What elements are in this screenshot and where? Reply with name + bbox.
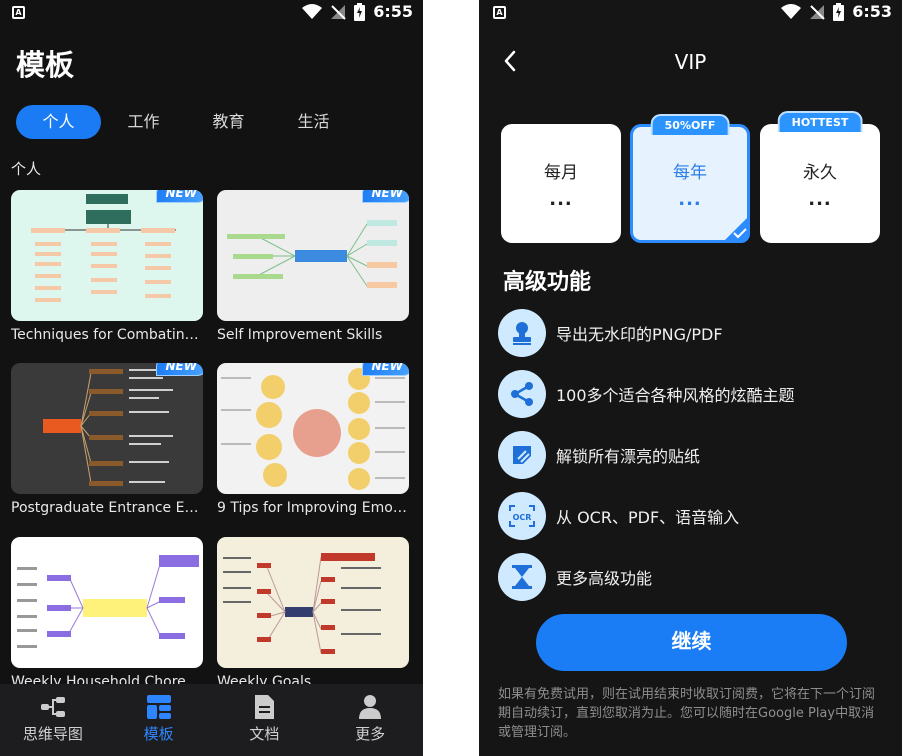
share-icon: [498, 370, 546, 418]
feature-item: OCR 从 OCR、PDF、语音输入: [498, 492, 739, 540]
nav-documents[interactable]: 文档: [212, 684, 318, 756]
feature-text: 解锁所有漂亮的贴纸: [556, 447, 701, 466]
template-title: Self Improvement Skills: [217, 327, 383, 343]
feature-item: 解锁所有漂亮的贴纸: [498, 431, 700, 479]
category-tabs: 个人 工作 教育 生活: [16, 105, 356, 139]
plan-price: ...: [678, 189, 702, 210]
nav-label: 思维导图: [22, 725, 83, 743]
template-card[interactable]: Weekly Household Chores a...: [11, 537, 203, 690]
tab-life[interactable]: 生活: [271, 105, 356, 139]
new-badge: NEW: [155, 363, 203, 376]
plan-name: 永久: [803, 163, 837, 183]
tab-education[interactable]: 教育: [186, 105, 271, 139]
wifi-icon: [781, 3, 802, 19]
new-badge: NEW: [155, 190, 203, 203]
continue-button[interactable]: 继续: [536, 614, 847, 671]
document-icon: [255, 695, 275, 719]
new-badge: NEW: [361, 363, 409, 376]
plan-price: ...: [549, 189, 573, 210]
stamp-icon: [498, 309, 546, 357]
tab-personal[interactable]: 个人: [16, 105, 101, 139]
section-label: 个人: [11, 160, 42, 178]
selected-check-icon: [722, 215, 750, 243]
status-time: 6:55: [373, 2, 413, 21]
subscription-disclaimer: 如果有免费试用，则在试用结束时收取订阅费，它将在下一个订阅期自动续订，直到您取消…: [498, 687, 876, 740]
feature-text: 100多个适合各种风格的炫酷主题: [556, 386, 795, 405]
plan-lifetime[interactable]: HOTTEST 永久 ...: [760, 111, 880, 243]
feature-item: 导出无水印的PNG/PDF: [498, 309, 723, 357]
feature-item: 更多高级功能: [498, 553, 652, 601]
template-card[interactable]: NEW Postgraduate Entrance Exa...: [11, 363, 203, 516]
template-thumbnail: NEW: [217, 363, 409, 494]
template-thumbnail: [217, 537, 409, 668]
person-icon: [359, 695, 382, 719]
battery-charging-icon: [833, 2, 845, 21]
template-title: Techniques for Combating F...: [11, 327, 203, 343]
plan-name: 每月: [544, 163, 578, 183]
plan-yearly[interactable]: 50%OFF 每年 ...: [630, 114, 750, 243]
template-thumbnail: NEW: [11, 363, 203, 494]
new-badge: NEW: [361, 190, 409, 203]
template-card[interactable]: Weekly Goals: [217, 537, 409, 690]
template-thumbnail: NEW: [217, 190, 409, 321]
nav-label: 模板: [143, 725, 174, 743]
nav-templates[interactable]: 模板: [106, 684, 212, 756]
page-title: 模板: [16, 48, 75, 82]
status-bar: A 6:53: [479, 0, 902, 28]
nav-mindmap[interactable]: 思维导图: [0, 684, 106, 756]
plan-price: ...: [808, 189, 832, 210]
templates-screen: A 6:55 模板 个人 工作 教育 生活 个人 NEW Techniques …: [0, 0, 423, 756]
no-signal-icon: [810, 4, 825, 20]
nav-label: 文档: [249, 725, 280, 743]
svg-text:OCR: OCR: [513, 513, 532, 522]
sticker-icon: [498, 431, 546, 479]
feature-text: 从 OCR、PDF、语音输入: [556, 508, 740, 527]
nav-label: 更多: [355, 725, 386, 743]
feature-item: 100多个适合各种风格的炫酷主题: [498, 370, 795, 418]
mindmap-icon: [40, 697, 65, 717]
template-title: 9 Tips for Improving Emotio...: [217, 500, 409, 516]
template-card[interactable]: NEW Techniques for Combating F...: [11, 190, 203, 343]
app-notification-icon: A: [493, 6, 506, 19]
hourglass-icon: [498, 553, 546, 601]
feature-text: 导出无水印的PNG/PDF: [556, 325, 723, 344]
features-title: 高级功能: [503, 270, 592, 295]
tab-work[interactable]: 工作: [101, 105, 186, 139]
battery-charging-icon: [354, 2, 366, 21]
plan-name: 每年: [673, 163, 707, 183]
template-title: Postgraduate Entrance Exa...: [11, 500, 203, 516]
template-thumbnail: [11, 537, 203, 668]
template-card[interactable]: NEW Self Improvement Skills: [217, 190, 409, 343]
hottest-badge: HOTTEST: [777, 111, 863, 132]
template-card[interactable]: NEW 9 Tips for Improving Emotio...: [217, 363, 409, 516]
wifi-icon: [302, 3, 323, 19]
ocr-icon: OCR: [498, 492, 546, 540]
page-title: VIP: [674, 50, 707, 74]
feature-text: 更多高级功能: [556, 569, 653, 588]
discount-badge: 50%OFF: [650, 114, 730, 135]
vip-screen: A 6:53 VIP 每月 ... 50%OFF 每年 ... HOTTEST …: [479, 0, 902, 756]
plan-monthly[interactable]: 每月 ...: [501, 124, 621, 243]
nav-more[interactable]: 更多: [317, 684, 423, 756]
template-thumbnail: NEW: [11, 190, 203, 321]
template-icon: [146, 695, 171, 719]
bottom-navigation: 思维导图 模板 文档 更多: [0, 684, 423, 756]
status-time: 6:53: [852, 2, 892, 21]
app-notification-icon: A: [12, 6, 25, 19]
no-signal-icon: [331, 4, 346, 20]
status-bar: A 6:55: [0, 0, 423, 28]
